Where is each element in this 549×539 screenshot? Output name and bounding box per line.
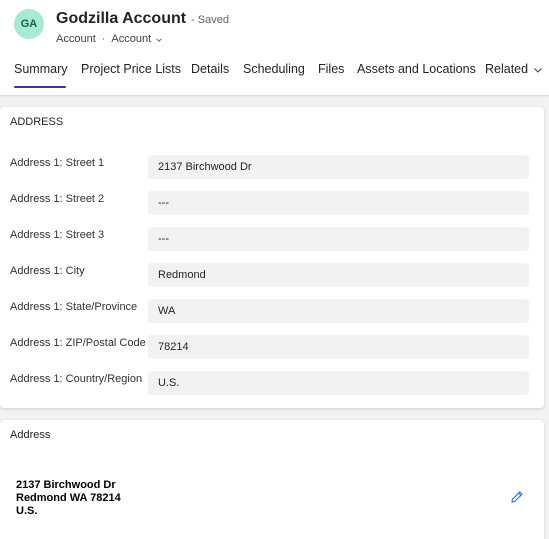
street1-label: Address 1: Street 1 [10,157,105,169]
tab-assets-and-locations[interactable]: Assets and Locations [357,62,476,76]
tab-bar: Summary Project Price Lists Details Sche… [0,56,549,90]
pencil-icon[interactable] [510,490,524,504]
country-label: Address 1: Country/Region [10,373,143,385]
form-selector-label: Account [111,33,152,45]
chevron-down-icon [156,38,162,42]
saved-status: - Saved [191,14,229,26]
city-field[interactable]: Redmond [148,263,529,287]
section-title: ADDRESS [10,116,64,128]
tab-related-label: Related [485,62,529,76]
street3-field[interactable]: --- [148,227,529,251]
chevron-down-icon [534,67,542,73]
active-tab-indicator [14,86,66,88]
city-label: Address 1: City [10,265,85,277]
record-title: Godzilla Account [56,10,187,27]
state-field[interactable]: WA [148,299,529,323]
zip-label: Address 1: ZIP/Postal Code [10,337,146,349]
street2-label: Address 1: Street 2 [10,193,105,205]
street3-label: Address 1: Street 3 [10,229,105,241]
address-line-2: Redmond WA 78214 [16,492,121,504]
street1-field[interactable]: 2137 Birchwood Dr [148,155,529,179]
address-card-title: Address [10,429,51,441]
tab-summary[interactable]: Summary [14,62,67,76]
country-field[interactable]: U.S. [148,371,529,395]
address-section: ADDRESS Address 1: Street 1 2137 Birchwo… [0,107,544,408]
address-card: Address 2137 Birchwood Dr Redmond WA 782… [0,420,544,539]
state-label: Address 1: State/Province [10,301,138,313]
tab-scheduling[interactable]: Scheduling [243,62,305,76]
title-row: Godzilla Account - Saved [56,10,229,28]
zip-field[interactable]: 78214 [148,335,529,359]
breadcrumb-entity: Account [56,33,96,45]
composite-address: 2137 Birchwood Dr Redmond WA 78214 U.S. [16,479,121,518]
tab-related[interactable]: Related [485,62,543,76]
breadcrumb-separator: · [101,33,106,45]
tab-files[interactable]: Files [318,62,344,76]
address-line-1: 2137 Birchwood Dr [16,479,116,491]
tab-project-price-lists[interactable]: Project Price Lists [81,62,181,76]
avatar: GA [14,9,44,39]
record-header: GA Godzilla Account - Saved Account · Ac… [0,0,549,95]
form-selector[interactable]: Account [111,33,163,45]
street2-field[interactable]: --- [148,191,529,215]
breadcrumb: Account · Account [56,33,163,45]
tab-details[interactable]: Details [191,62,229,76]
address-line-3: U.S. [16,505,38,517]
